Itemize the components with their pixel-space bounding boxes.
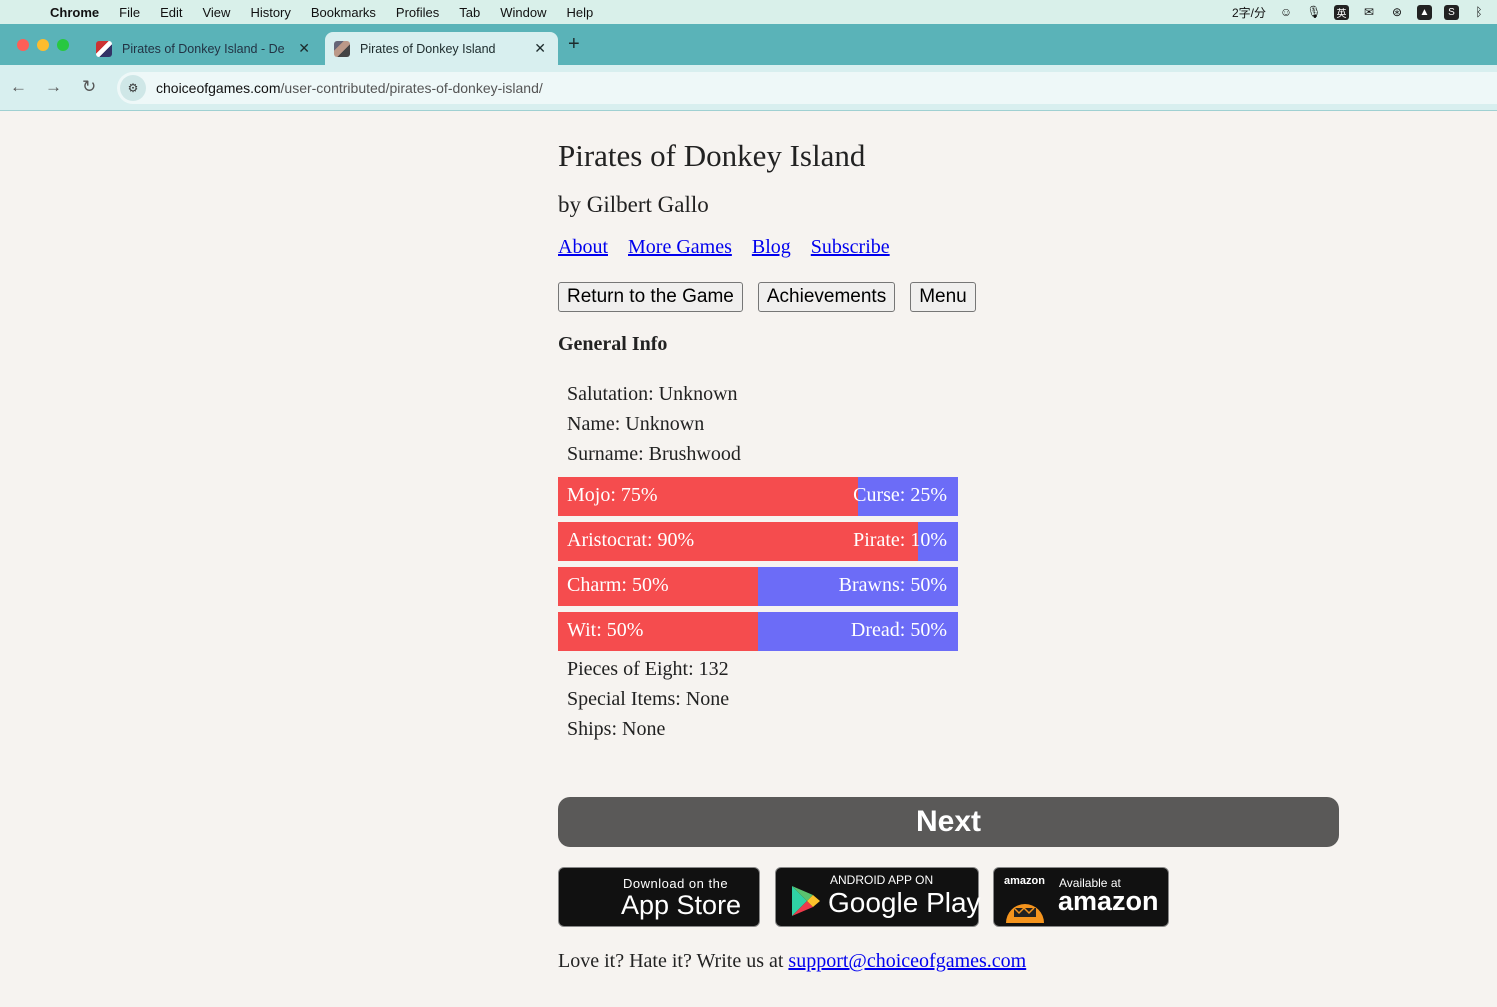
subscribe-link[interactable]: Subscribe <box>811 236 890 258</box>
tab-title: Pirates of Donkey Island <box>360 41 496 56</box>
status-tray: 2字/分 ☺ 🎙 英 ✉ ⊛ ▲ S ᛒ <box>1232 0 1487 24</box>
section-heading: General Info <box>558 333 668 355</box>
stat-salutation: Salutation: Unknown <box>567 383 738 405</box>
bar-right-label: Pirate: 10% <box>853 529 947 551</box>
app-store-badge[interactable]: Download on the App Store <box>558 867 760 927</box>
stat-name: Name: Unknown <box>567 413 705 435</box>
tab-strip: Pirates of Donkey Island - De ✕ Pirates … <box>0 24 1497 65</box>
openai-icon[interactable]: ⊛ <box>1389 4 1405 20</box>
footer: Love it? Hate it? Write us at support@ch… <box>558 950 1026 973</box>
amazon-big-text: amazon <box>1058 886 1159 916</box>
return-to-game-button[interactable]: Return to the Game <box>558 282 743 312</box>
menu-history[interactable]: History <box>250 5 290 20</box>
next-button[interactable]: Next <box>558 797 1339 847</box>
bluetooth-icon[interactable]: ᛒ <box>1471 4 1487 20</box>
game-favicon-icon <box>334 40 350 57</box>
menu-profiles[interactable]: Profiles <box>396 5 439 20</box>
flag-favicon-icon <box>96 40 112 57</box>
stat-surname: Surname: Brushwood <box>567 443 741 465</box>
close-tab-icon[interactable]: ✕ <box>534 40 546 57</box>
amazon-badge[interactable]: amazon Available at amazon <box>993 867 1169 927</box>
nav-links: About More Games Blog Subscribe <box>558 236 905 259</box>
stat-bar-charm-brawns: Charm: 50% Brawns: 50% <box>558 567 958 606</box>
author-line: by Gilbert Gallo <box>558 192 709 217</box>
amazon-appstore-icon <box>1006 904 1044 923</box>
maximize-window-icon[interactable] <box>57 39 69 51</box>
close-window-icon[interactable] <box>17 39 29 51</box>
s-app-icon[interactable]: S <box>1444 4 1459 20</box>
address-bar[interactable]: ⚙ choiceofgames.com/user-contributed/pir… <box>117 72 1497 104</box>
more-games-link[interactable]: More Games <box>628 236 732 258</box>
tab-pirates-2[interactable]: Pirates of Donkey Island ✕ <box>325 32 558 65</box>
support-email-link[interactable]: support@choiceofgames.com <box>788 950 1026 972</box>
menu-file[interactable]: File <box>119 5 140 20</box>
microphone-icon[interactable]: 🎙 <box>1306 4 1322 20</box>
menu-view[interactable]: View <box>202 5 230 20</box>
url-host: choiceofgames.com <box>156 80 281 96</box>
bar-left-label: Mojo: 75% <box>567 484 658 506</box>
amazon-logo-text: amazon <box>1004 875 1045 887</box>
emoji-icon[interactable]: ☺ <box>1278 4 1294 20</box>
achievements-button[interactable]: Achievements <box>757 282 896 312</box>
macos-menubar: Chrome File Edit View History Bookmarks … <box>0 0 1497 24</box>
google-play-icon <box>792 886 820 916</box>
tab-pirates-1[interactable]: Pirates of Donkey Island - De ✕ <box>86 32 322 65</box>
appstore-big-text: App Store <box>621 890 742 920</box>
stat-bar-mojo-curse: Mojo: 75% Curse: 25% <box>558 477 958 516</box>
page-title: Pirates of Donkey Island <box>558 138 866 173</box>
menu-app-name[interactable]: Chrome <box>50 5 99 20</box>
bar-right-label: Curse: 25% <box>853 484 947 506</box>
menu-tab[interactable]: Tab <box>459 5 480 20</box>
bar-left-label: Aristocrat: 90% <box>567 529 695 551</box>
bar-right-label: Brawns: 50% <box>838 574 947 596</box>
drive-icon[interactable]: ▲ <box>1417 4 1432 20</box>
url-path: /user-contributed/pirates-of-donkey-isla… <box>280 80 543 96</box>
menu-help[interactable]: Help <box>567 5 594 20</box>
appstore-small-text: Download on the <box>623 876 729 891</box>
stat-bar-wit-dread: Wit: 50% Dread: 50% <box>558 612 958 651</box>
reload-icon[interactable]: ↻ <box>82 77 96 97</box>
bar-left-label: Charm: 50% <box>567 574 669 596</box>
bar-right-label: Dread: 50% <box>850 619 947 641</box>
site-settings-icon[interactable]: ⚙ <box>120 75 146 101</box>
stat-ships: Ships: None <box>567 718 666 740</box>
google-big-text: Google Play <box>828 887 981 918</box>
bar-left-label: Wit: 50% <box>567 619 644 641</box>
input-method-icon[interactable]: 英 <box>1334 4 1349 20</box>
tab-title: Pirates of Donkey Island - De <box>122 41 285 56</box>
footer-text: Love it? Hate it? Write us at <box>558 950 789 972</box>
stat-bar-aristocrat-pirate: Aristocrat: 90% Pirate: 10% <box>558 522 958 561</box>
menu-window[interactable]: Window <box>500 5 546 20</box>
menu-bookmarks[interactable]: Bookmarks <box>311 5 376 20</box>
about-link[interactable]: About <box>558 236 608 258</box>
back-icon[interactable]: ← <box>10 77 27 97</box>
new-tab-icon[interactable]: + <box>568 33 580 56</box>
game-buttons: Return to the Game Achievements Menu <box>558 282 976 312</box>
stat-pieces-of-eight: Pieces of Eight: 132 <box>567 658 729 680</box>
toolbar: ← → ↻ ⚙ choiceofgames.com/user-contribut… <box>0 65 1497 111</box>
forward-icon[interactable]: → <box>45 77 62 97</box>
menu-button[interactable]: Menu <box>910 282 976 312</box>
minimize-window-icon[interactable] <box>37 39 49 51</box>
google-play-badge[interactable]: ANDROID APP ON Google Play <box>775 867 981 927</box>
blog-link[interactable]: Blog <box>752 236 791 258</box>
stat-special-items: Special Items: None <box>567 688 730 710</box>
wechat-icon[interactable]: ✉ <box>1361 4 1377 20</box>
close-tab-icon[interactable]: ✕ <box>298 40 310 57</box>
typing-speed-status[interactable]: 2字/分 <box>1232 4 1266 21</box>
menu-edit[interactable]: Edit <box>160 5 182 20</box>
google-small-text: ANDROID APP ON <box>830 873 934 887</box>
